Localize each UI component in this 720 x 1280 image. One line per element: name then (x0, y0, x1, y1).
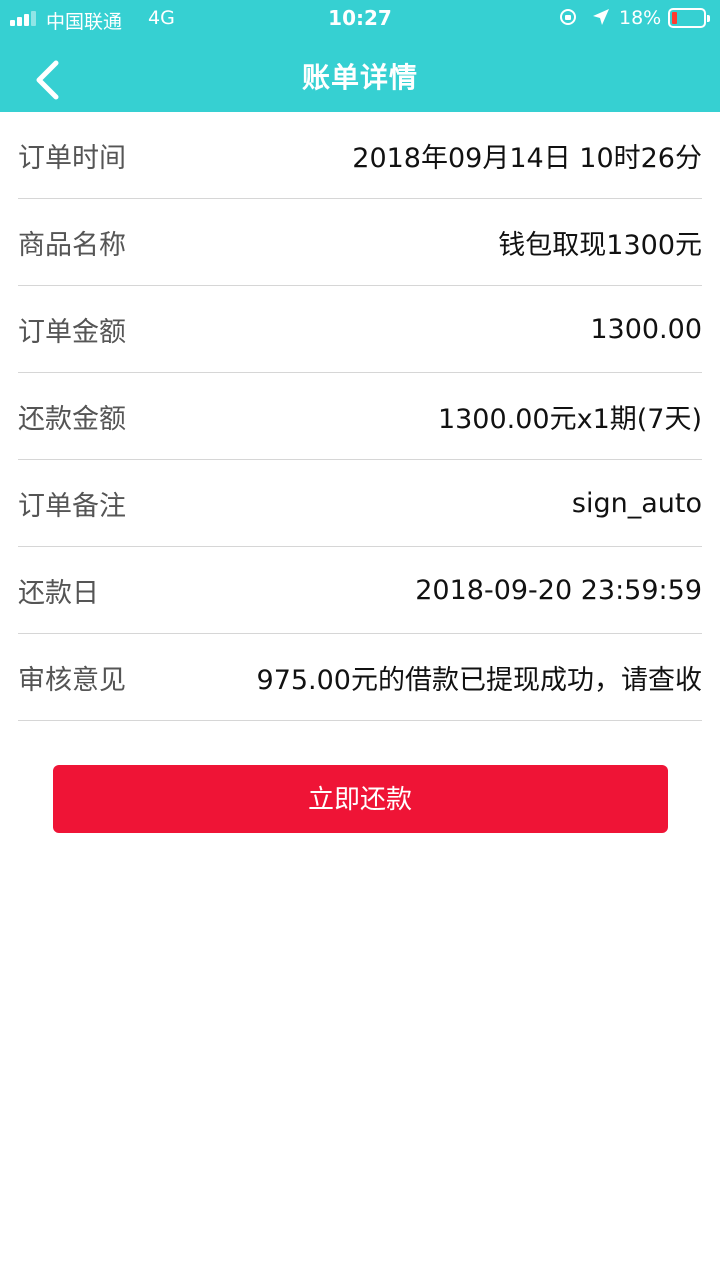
row-label: 还款金额 (18, 403, 126, 435)
row-product-name: 商品名称 钱包取现1300元 (18, 199, 702, 286)
row-label: 订单金额 (18, 316, 126, 348)
header: 中国联通 4G 10:27 18% 账单详情 (0, 0, 720, 112)
row-value: 钱包取现1300元 (498, 229, 702, 261)
status-bar: 中国联通 4G 10:27 18% (0, 0, 720, 38)
nav-bar: 账单详情 (0, 38, 720, 112)
row-value: 975.00元的借款已提现成功，请查收 (256, 664, 702, 696)
row-label: 商品名称 (18, 229, 126, 261)
row-order-amount: 订单金额 1300.00 (18, 286, 702, 373)
row-order-note: 订单备注 sign_auto (18, 460, 702, 547)
row-label: 订单时间 (18, 142, 126, 174)
row-value: 2018-09-20 23:59:59 (415, 574, 702, 606)
row-label: 还款日 (18, 577, 99, 609)
rotation-lock-icon (560, 9, 576, 25)
battery-percent: 18% (619, 7, 662, 29)
row-value: 1300.00 (590, 313, 702, 345)
page-title: 账单详情 (301, 61, 418, 94)
row-repay-amount: 还款金额 1300.00元x1期(7天) (18, 373, 702, 460)
row-value: 2018年09月14日 10时26分 (352, 142, 702, 174)
row-value: sign_auto (571, 487, 702, 519)
bill-detail-screen: 中国联通 4G 10:27 18% 账单详情 订单时间 2018年09月14日 … (0, 0, 720, 1280)
row-repay-date: 还款日 2018-09-20 23:59:59 (18, 547, 702, 634)
row-review-opinion: 审核意见 975.00元的借款已提现成功，请查收 (18, 634, 702, 721)
status-time: 10:27 (328, 6, 392, 30)
row-label: 订单备注 (18, 490, 126, 522)
row-value: 1300.00元x1期(7天) (437, 403, 702, 435)
repay-now-button[interactable]: 立即还款 (52, 765, 668, 833)
bill-detail-list: 订单时间 2018年09月14日 10时26分 商品名称 钱包取现1300元 订… (18, 112, 702, 721)
battery-icon (668, 8, 710, 28)
location-arrow-icon (593, 9, 609, 25)
row-label: 审核意见 (18, 664, 126, 696)
row-order-time: 订单时间 2018年09月14日 10时26分 (18, 112, 702, 199)
